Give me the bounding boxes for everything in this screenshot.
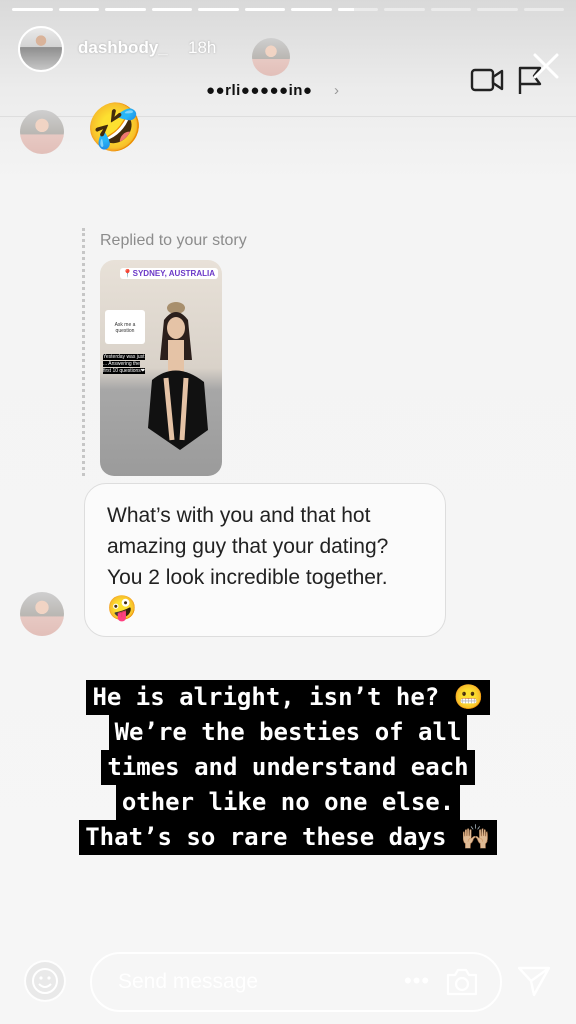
owner-avatar[interactable]	[18, 26, 64, 72]
reaction-emoji: 🤣	[86, 101, 144, 153]
progress-segment-fill	[198, 8, 239, 11]
paper-plane-icon[interactable]	[516, 964, 552, 998]
progress-segment-fill	[291, 8, 332, 11]
caption-line: times and understand each	[101, 750, 475, 785]
progress-segment-fill	[58, 8, 99, 11]
progress-segment	[430, 8, 471, 11]
progress-segment-fill	[244, 8, 285, 11]
story-thumbnail[interactable]: 📍SYDNEY, AUSTRALIA Ask me a question Yes…	[100, 260, 222, 476]
progress-segment	[244, 8, 285, 11]
story-caption: He is alright, isn’t he? 😬 We’re the bes…	[0, 680, 576, 855]
progress-segment	[477, 8, 518, 11]
recipient-name[interactable]: ●●rli●●●●●in●	[206, 82, 312, 99]
caption-line: That’s so rare these days 🙌🏼	[79, 820, 497, 855]
progress-segment	[291, 8, 332, 11]
owner-username[interactable]: dashbody_	[78, 38, 168, 58]
recipient-chat-avatar[interactable]	[20, 592, 64, 636]
progress-segment	[151, 8, 192, 11]
smiley-button[interactable]	[24, 960, 66, 1002]
progress-segment	[384, 8, 425, 11]
camera-icon[interactable]	[444, 966, 480, 998]
progress-segment-fill	[105, 8, 146, 11]
story-header: dashbody_ 18h ●●rli●●●●●in● ›	[0, 22, 576, 99]
caption-line: He is alright, isn’t he? 😬	[86, 680, 490, 715]
reply-label: Replied to your story	[100, 232, 247, 249]
progress-segment	[12, 8, 53, 11]
recipient-avatar[interactable]	[252, 38, 290, 76]
progress-segment-fill	[337, 8, 354, 11]
chevron-right-icon: ›	[334, 82, 339, 99]
message-composer[interactable]: •••	[90, 952, 502, 1012]
progress-segment-fill	[12, 8, 53, 11]
progress-segment	[337, 8, 378, 11]
message-text: What’s with you and that hot amazing guy…	[107, 504, 389, 589]
message-emoji: 🤪	[107, 595, 137, 622]
video-camera-icon[interactable]	[470, 66, 504, 94]
close-icon[interactable]	[532, 52, 560, 80]
progress-segment-fill	[151, 8, 192, 11]
question-sticker: Ask me a question	[105, 310, 145, 344]
send-message-input[interactable]	[118, 954, 378, 1010]
story-timestamp: 18h	[188, 38, 217, 57]
story-progress-bars	[12, 8, 564, 11]
progress-segment	[198, 8, 239, 11]
story-person-image	[148, 302, 208, 450]
recipient-chat-avatar[interactable]	[20, 110, 64, 154]
location-sticker: 📍SYDNEY, AUSTRALIA	[119, 268, 218, 279]
progress-segment	[58, 8, 99, 11]
message-bubble: What’s with you and that hot amazing guy…	[84, 483, 446, 637]
smiley-face-icon	[32, 968, 58, 994]
more-icon[interactable]: •••	[404, 968, 430, 994]
caption-line: other like no one else.	[115, 785, 461, 820]
progress-segment	[523, 8, 564, 11]
caption-line: We’re the besties of all	[108, 715, 468, 750]
progress-segment	[105, 8, 146, 11]
